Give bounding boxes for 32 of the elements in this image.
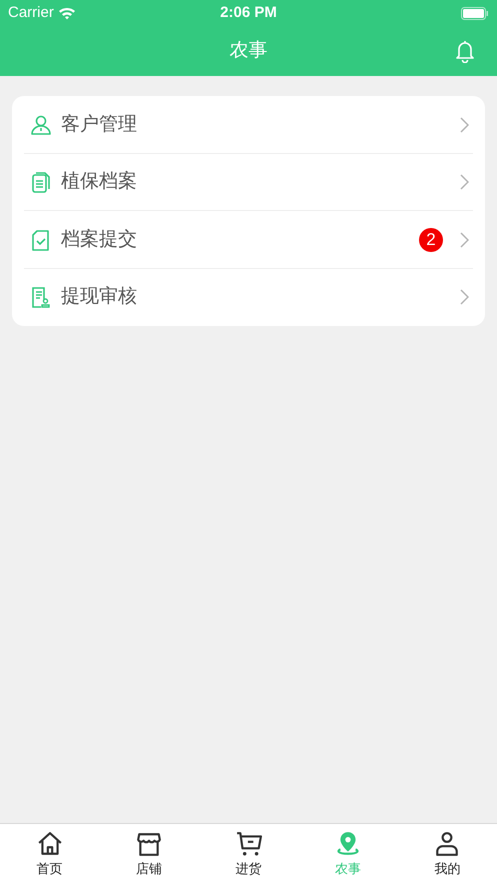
tab-bar-item[interactable]: 进货 — [198, 824, 298, 883]
count-badge: 2 — [419, 228, 443, 252]
wifi-icon — [58, 6, 76, 20]
person-icon — [30, 114, 52, 136]
tab-bar-item[interactable]: 首页 — [0, 824, 100, 883]
store-icon — [136, 830, 162, 857]
battery-icon — [461, 6, 489, 20]
receipt-icon — [30, 286, 52, 308]
tab-bar-item[interactable]: 店铺 — [99, 824, 199, 883]
cart-icon — [236, 830, 262, 857]
status-time: 2:06 PM — [220, 2, 277, 23]
menu-item[interactable]: 客户管理 — [12, 96, 485, 154]
chevron-right-icon — [460, 116, 469, 133]
menu-label: 提现审核 — [61, 285, 138, 309]
menu-item[interactable]: 档案提交 2 — [12, 211, 485, 268]
home-icon — [36, 830, 63, 857]
menu-item[interactable]: 提现审核 — [12, 268, 485, 326]
carrier-label: Carrier — [8, 2, 54, 23]
chevron-right-icon — [460, 174, 469, 190]
menu-item[interactable]: 植保档案 — [12, 154, 485, 211]
menu-label: 植保档案 — [61, 170, 138, 194]
document-icon — [30, 171, 52, 194]
notification-bell-icon[interactable] — [455, 39, 475, 63]
location-pin-icon — [334, 830, 361, 857]
tab-bar-item[interactable]: 我的 — [398, 824, 497, 883]
user-icon — [434, 830, 460, 857]
chevron-right-icon — [460, 289, 469, 306]
menu-label: 档案提交 — [61, 228, 138, 252]
clipboard-check-icon — [30, 228, 52, 251]
chevron-right-icon — [460, 232, 469, 248]
menu-label: 客户管理 — [61, 112, 138, 136]
page-title: 农事 — [230, 38, 268, 63]
